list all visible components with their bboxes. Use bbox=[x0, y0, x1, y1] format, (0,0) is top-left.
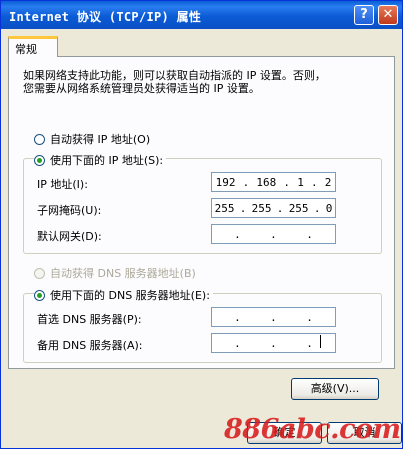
preferred-dns-label: 首选 DNS 服务器(P): bbox=[37, 313, 142, 326]
radio-checked-icon[interactable] bbox=[34, 289, 45, 301]
intro-line-1: 如果网络支持此功能，则可以获取自动指派的 IP 设置。否则， bbox=[23, 69, 326, 82]
radio-auto-dns: 自动获得 DNS 服务器地址(B) bbox=[34, 265, 196, 281]
radio-manual-ip-label: 使用下面的 IP 地址(S): bbox=[50, 154, 164, 167]
radio-auto-ip[interactable]: 自动获得 IP 地址(O) bbox=[34, 131, 150, 147]
radio-disabled-icon bbox=[34, 267, 45, 279]
text-caret bbox=[320, 335, 321, 348]
alternate-dns-label: 备用 DNS 服务器(A): bbox=[37, 339, 143, 352]
gateway-label: 默认网关(D): bbox=[37, 230, 102, 243]
ip-octet: 255 bbox=[214, 201, 235, 215]
subnet-mask-field[interactable]: 255. 255. 255. 0 bbox=[211, 198, 336, 218]
intro-line-2: 您需要从网络系统管理员处获得适当的 IP 设置。 bbox=[23, 82, 260, 95]
radio-manual-dns[interactable]: 使用下面的 DNS 服务器地址(E): bbox=[34, 287, 213, 303]
subnet-mask-label: 子网掩码(U): bbox=[37, 204, 102, 217]
radio-circle-icon[interactable] bbox=[34, 133, 45, 145]
radio-manual-dns-label: 使用下面的 DNS 服务器地址(E): bbox=[50, 289, 210, 302]
tab-general[interactable]: 常规 bbox=[8, 36, 58, 57]
advanced-button[interactable]: 高级(V)... bbox=[291, 378, 379, 400]
dialog-window: Internet 协议 (TCP/IP) 属性 ? ✕ 常规 如果网络支持此功能… bbox=[0, 0, 403, 449]
ip-octet: 255 bbox=[288, 201, 309, 215]
ip-octet: 2 bbox=[324, 175, 332, 189]
radio-manual-ip[interactable]: 使用下面的 IP 地址(S): bbox=[34, 152, 167, 168]
window-title: Internet 协议 (TCP/IP) 属性 bbox=[9, 10, 202, 24]
gateway-field[interactable]: . . . bbox=[211, 224, 336, 244]
preferred-dns-field[interactable]: . . . bbox=[211, 307, 336, 327]
alternate-dns-field[interactable]: . . . bbox=[211, 333, 336, 353]
ip-octet: 255 bbox=[251, 201, 272, 215]
radio-auto-dns-label: 自动获得 DNS 服务器地址(B) bbox=[50, 267, 196, 280]
ip-octet: 192 bbox=[215, 175, 236, 189]
close-button[interactable]: ✕ bbox=[378, 5, 398, 25]
watermark-text: 886abc.com bbox=[224, 414, 401, 445]
radio-auto-ip-label: 自动获得 IP 地址(O) bbox=[50, 133, 151, 146]
intro-text: 如果网络支持此功能，则可以获取自动指派的 IP 设置。否则， 您需要从网络系统管… bbox=[23, 69, 368, 95]
ip-address-field[interactable]: 192. 168. 1. 2 bbox=[211, 172, 336, 192]
ip-octet: 1 bbox=[297, 175, 304, 189]
ip-address-label: IP 地址(I): bbox=[37, 178, 88, 191]
title-bar[interactable]: Internet 协议 (TCP/IP) 属性 ? ✕ bbox=[1, 1, 402, 29]
help-button[interactable]: ? bbox=[354, 5, 374, 25]
ip-octet: 0 bbox=[325, 201, 333, 215]
ip-octet: 168 bbox=[256, 175, 277, 189]
radio-checked-icon[interactable] bbox=[34, 154, 45, 166]
